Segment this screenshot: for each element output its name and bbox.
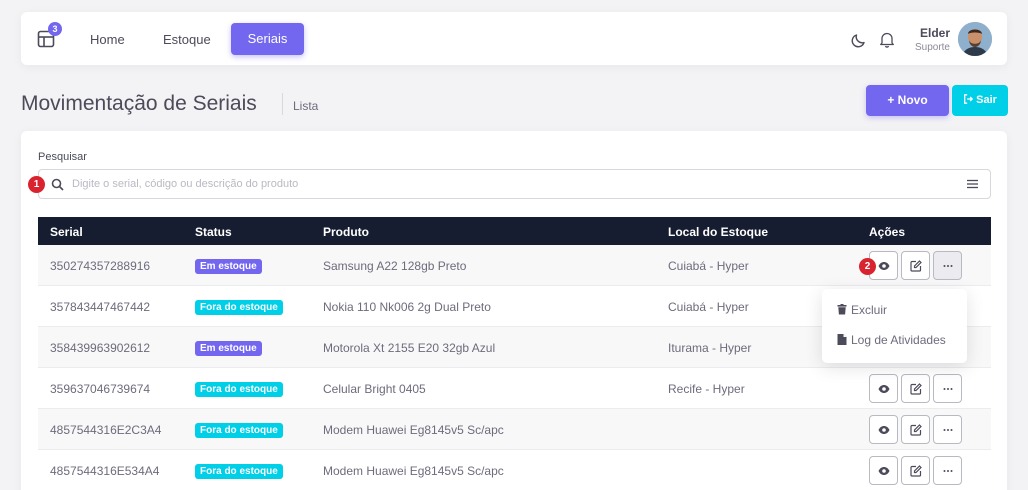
- status-badge: Fora do estoque: [195, 464, 283, 479]
- search-box[interactable]: [38, 169, 991, 199]
- more-button[interactable]: [933, 251, 962, 280]
- trash-icon: [837, 304, 847, 315]
- more-button[interactable]: [933, 456, 962, 485]
- edit-button[interactable]: [901, 415, 930, 444]
- serial-cell: 4857544316E2C3A4: [50, 423, 162, 437]
- novo-button[interactable]: + Novo: [866, 85, 949, 116]
- serial-cell: 358439963902612: [50, 341, 151, 355]
- edit-button[interactable]: [901, 456, 930, 485]
- table-row: 4857544316E534A4 Fora do estoque Modem H…: [38, 450, 991, 490]
- table-row: 4857544316E2C3A4 Fora do estoque Modem H…: [38, 409, 991, 450]
- step-marker-1: 1: [28, 176, 45, 193]
- more-button[interactable]: [933, 415, 962, 444]
- avatar[interactable]: [958, 22, 992, 56]
- page-title: Movimentação de Seriais: [21, 92, 257, 115]
- view-button[interactable]: [869, 415, 898, 444]
- nav-seriais[interactable]: Seriais: [231, 23, 304, 55]
- produto-cell: Nokia 110 Nk006 2g Dual Preto: [323, 300, 491, 314]
- header-status[interactable]: Status: [195, 225, 232, 239]
- serial-cell: 4857544316E534A4: [50, 464, 160, 478]
- local-cell: Recife - Hyper: [668, 382, 745, 396]
- sair-button[interactable]: Sair: [952, 85, 1008, 116]
- notification-count-badge: 3: [48, 22, 62, 36]
- actions-dropdown: Excluir Log de Atividades: [822, 289, 967, 363]
- view-button[interactable]: [869, 456, 898, 485]
- more-icon: [943, 265, 953, 267]
- file-icon: [837, 334, 847, 345]
- more-button[interactable]: [933, 374, 962, 403]
- excluir-label: Excluir: [851, 303, 888, 317]
- edit-icon: [910, 260, 922, 272]
- table-row: 350274357288916 Em estoque Samsung A22 1…: [38, 245, 991, 286]
- status-badge: Em estoque: [195, 259, 262, 274]
- local-cell: Cuiabá - Hyper: [668, 259, 749, 273]
- search-icon: [51, 178, 64, 191]
- search-label: Pesquisar: [38, 151, 87, 163]
- breadcrumb[interactable]: Lista: [293, 99, 318, 113]
- dropdown-item-excluir[interactable]: Excluir: [837, 303, 887, 317]
- edit-icon: [910, 465, 922, 477]
- more-icon: [943, 470, 953, 472]
- sair-label: Sair: [976, 94, 997, 106]
- sign-out-icon: [964, 94, 974, 104]
- header-serial[interactable]: Serial: [50, 225, 83, 239]
- eye-icon: [878, 385, 890, 393]
- status-badge: Fora do estoque: [195, 382, 283, 397]
- top-navbar: 3 Home Estoque Seriais Elder Suporte: [21, 12, 1007, 65]
- user-name[interactable]: Elder: [920, 26, 950, 40]
- status-badge: Em estoque: [195, 341, 262, 356]
- eye-icon: [878, 426, 890, 434]
- serial-cell: 350274357288916: [50, 259, 151, 273]
- header-local[interactable]: Local do Estoque: [668, 225, 768, 239]
- menu-icon[interactable]: [967, 179, 978, 189]
- view-button[interactable]: [869, 374, 898, 403]
- status-badge: Fora do estoque: [195, 423, 283, 438]
- edit-icon: [910, 424, 922, 436]
- user-role: Suporte: [914, 42, 950, 53]
- serial-cell: 359637046739674: [50, 382, 151, 396]
- table-header: Serial Status Produto Local do Estoque A…: [38, 217, 991, 245]
- header-acoes: Ações: [869, 225, 906, 239]
- produto-cell: Modem Huawei Eg8145v5 Sc/apc: [323, 464, 504, 478]
- table-row: 359637046739674 Fora do estoque Celular …: [38, 368, 991, 409]
- more-icon: [943, 388, 953, 390]
- eye-icon: [878, 467, 890, 475]
- more-icon: [943, 429, 953, 431]
- eye-icon: [878, 262, 890, 270]
- status-badge: Fora do estoque: [195, 300, 283, 315]
- bell-icon[interactable]: [879, 31, 895, 48]
- local-cell: Iturama - Hyper: [668, 341, 752, 355]
- edit-button[interactable]: [901, 251, 930, 280]
- produto-cell: Samsung A22 128gb Preto: [323, 259, 467, 273]
- produto-cell: Modem Huawei Eg8145v5 Sc/apc: [323, 423, 504, 437]
- nav-home[interactable]: Home: [90, 32, 125, 47]
- dropdown-item-log[interactable]: Log de Atividades: [837, 333, 946, 347]
- serial-cell: 357843447467442: [50, 300, 151, 314]
- nav-estoque[interactable]: Estoque: [163, 32, 211, 47]
- search-input[interactable]: [72, 170, 952, 198]
- log-label: Log de Atividades: [851, 333, 946, 347]
- step-marker-2: 2: [859, 258, 876, 275]
- header-divider: [282, 93, 283, 115]
- produto-cell: Motorola Xt 2155 E20 32gb Azul: [323, 341, 496, 355]
- header-produto[interactable]: Produto: [323, 225, 369, 239]
- edit-button[interactable]: [901, 374, 930, 403]
- local-cell: Cuiabá - Hyper: [668, 300, 749, 314]
- produto-cell: Celular Bright 0405: [323, 382, 426, 396]
- moon-icon[interactable]: [851, 32, 867, 48]
- edit-icon: [910, 383, 922, 395]
